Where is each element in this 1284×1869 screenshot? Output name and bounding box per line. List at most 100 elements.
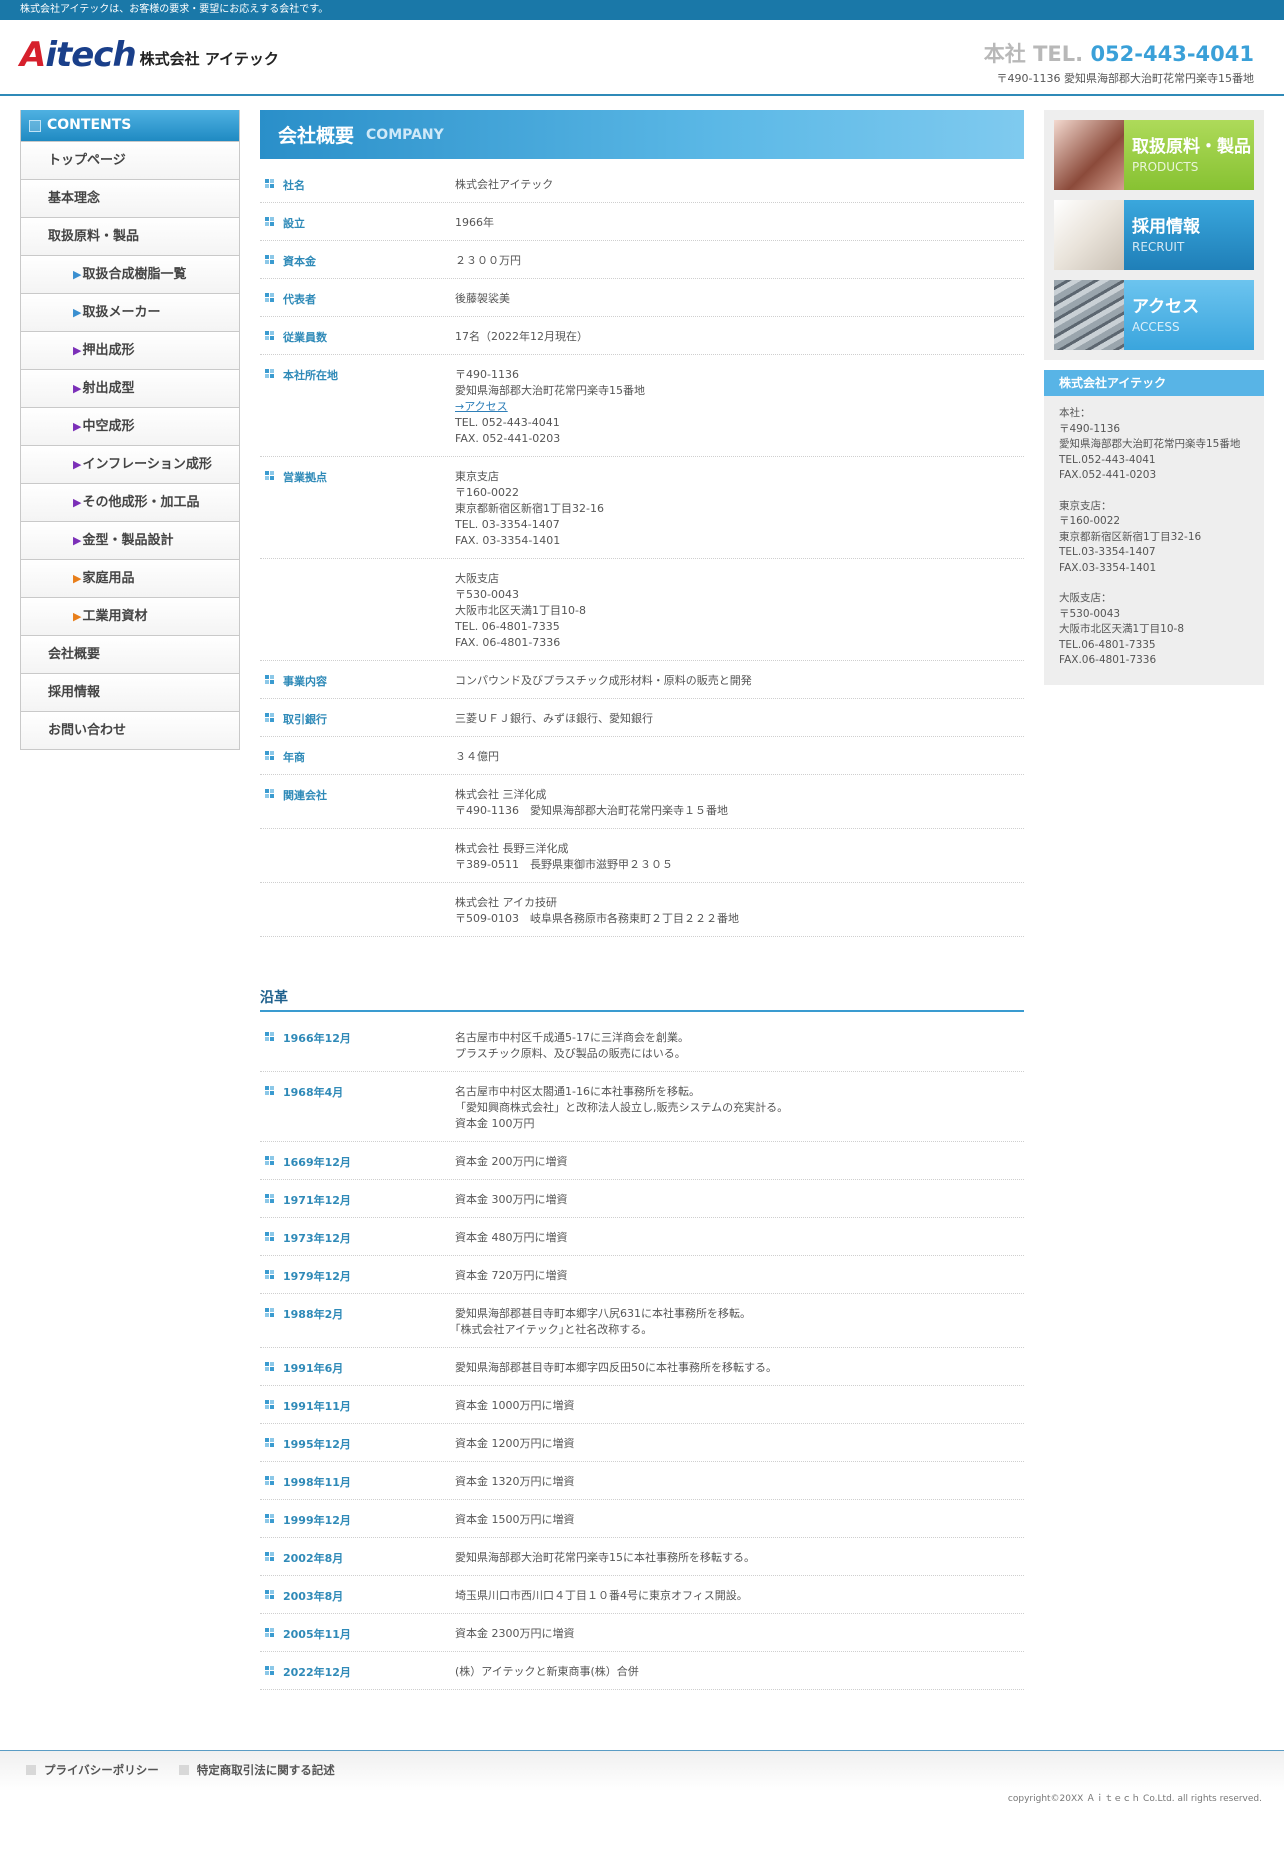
row-value-line: 後藤袈裟美 [455,292,510,305]
sidebar-item[interactable]: ▶押出成形 [21,331,239,369]
row-value-line: 資本金 720万円に増資 [455,1269,568,1282]
row-label-cell: 関連会社 [260,787,455,819]
row-label-cell: 従業員数 [260,329,455,345]
row-value: 愛知県海部郡大治町花常円楽寺15に本社事務所を移転する。 [455,1550,1024,1566]
row-label-cell: 代表者 [260,291,455,307]
sidebar-item[interactable]: ▶取扱メーカー [21,293,239,331]
info-row: 社名 株式会社アイテック [260,165,1024,203]
row-label-cell: 1995年12月 [260,1436,455,1452]
row-value-line: TEL. 052-443-4041 [455,416,560,429]
info-row: 本社所在地 〒490-1136 愛知県海部郡大治町花常円楽寺15番地 →アクセス TEL… [260,355,1024,457]
sidebar-heading: CONTENTS [21,110,239,141]
row-value-line: 資本金 2300万円に増資 [455,1627,575,1640]
row-label: 1998年11月 [283,1476,351,1489]
row-label-cell: 年商 [260,749,455,765]
triangle-right-icon: ▶ [73,610,82,623]
triangle-right-icon: ▶ [73,458,82,471]
sidebar-item[interactable]: ▶工業用資材 [21,597,239,635]
square-bullet-icon [265,713,275,723]
square-bullet-icon [265,789,275,799]
row-label: 1669年12月 [283,1156,351,1169]
sidebar-item[interactable]: ▶取扱合成樹脂一覧 [21,255,239,293]
sidebar-item-label: 金型・製品設計 [82,533,174,548]
sidebar-item[interactable]: 採用情報 [21,673,239,711]
row-value-line: 資本金 1000万円に増資 [455,1399,575,1412]
sidebar-item-label: インフレーション成形 [82,457,212,472]
sidebar-item[interactable]: ▶その他成形・加工品 [21,483,239,521]
row-label-cell: 事業内容 [260,673,455,689]
info-row: 資本金 ２３００万円 [260,241,1024,279]
square-bullet-icon [265,675,275,685]
row-label: 1999年12月 [283,1514,351,1527]
sidebar-item-label: 家庭用品 [82,571,135,586]
company-summary-line: 大阪市北区天満1丁目10-8 [1059,623,1185,635]
row-value-line: 〒509-0103 岐阜県各務原市各務東町２丁目２２２番地 [455,912,739,925]
row-value-line: 東京支店 [455,470,499,483]
banner-photo [1054,120,1124,190]
row-label: 取引銀行 [283,713,327,726]
banner-access[interactable]: アクセス ACCESS [1054,280,1254,350]
row-value-line: (株）アイテックと新東商事(株）合併 [455,1665,639,1678]
history-row: 1988年2月 愛知県海部郡甚目寺町本郷字八尻631に本社事務所を移転。 ｢株式会社… [260,1294,1024,1348]
row-value-line: 名古屋市中村区太閤通1-16に本社事務所を移転。 [455,1085,700,1098]
sidebar-item[interactable]: トップページ [21,141,239,179]
company-summary-line: TEL.052-443-4041 [1059,453,1156,466]
sidebar-item[interactable]: お問い合わせ [21,711,239,749]
row-value-line: FAX. 052-441-0203 [455,432,561,445]
square-bullet-icon [265,1032,275,1042]
company-summary-line: 愛知県海部郡大治町花常円楽寺15番地 [1059,438,1241,450]
company-summary-line: 〒490-1136 [1059,422,1121,435]
triangle-right-icon: ▶ [73,420,82,433]
sidebar-item-label: 会社概要 [48,647,101,662]
row-value-line: 資本金 1320万円に増資 [455,1475,575,1488]
row-label: 2022年12月 [283,1666,351,1679]
row-value: 株式会社 アイカ技研 〒509-0103 岐阜県各務原市各務東町２丁目２２２番地 [455,895,1024,927]
banner-recruit[interactable]: 採用情報 RECRUIT [1054,200,1254,270]
triangle-right-icon: ▶ [73,268,82,281]
sidebar-item[interactable]: ▶インフレーション成形 [21,445,239,483]
row-label-cell: 2005年11月 [260,1626,455,1642]
history-row: 1979年12月 資本金 720万円に増資 [260,1256,1024,1294]
square-bullet-icon [26,1765,36,1775]
row-value: ２３００万円 [455,253,1024,269]
company-summary-line: 〒160-0022 [1059,515,1121,527]
sidebar-item[interactable]: ▶射出成型 [21,369,239,407]
history-row: 1968年4月 名古屋市中村区太閤通1-16に本社事務所を移転。 「愛知興商株式会社… [260,1072,1024,1142]
row-value-line: 1966年 [455,216,494,229]
banner-products[interactable]: 取扱原料・製品 PRODUCTS [1054,120,1254,190]
sidebar-item-label: 採用情報 [48,685,101,700]
sidebar-item[interactable]: ▶中空成形 [21,407,239,445]
row-value-line: 愛知県海部郡大治町花常円楽寺15に本社事務所を移転する。 [455,1551,755,1564]
page-title-banner: 会社概要 COMPANY [260,110,1024,159]
sidebar-item[interactable]: ▶金型・製品設計 [21,521,239,559]
row-value-line: 資本金 1500万円に増資 [455,1513,575,1526]
header-contact: 本社 TEL. 052-443-4041 〒490-1136 愛知県海部郡大治町… [984,38,1254,86]
row-value: 後藤袈裟美 [455,291,1024,307]
footer-link[interactable]: 特定商取引法に関する記述 [178,1762,335,1778]
row-value: 資本金 480万円に増資 [455,1230,1024,1246]
sidebar-item[interactable]: ▶家庭用品 [21,559,239,597]
sidebar-item-label: 射出成型 [82,381,135,396]
site-logo[interactable]: Aitech 株式会社 アイテック [20,38,279,72]
row-label-cell: 1968年4月 [260,1084,455,1132]
row-label: 関連会社 [283,789,327,802]
sidebar-item[interactable]: 基本理念 [21,179,239,217]
sidebar-item-label: 取扱合成樹脂一覧 [82,267,187,282]
sidebar-item[interactable]: 取扱原料・製品 [21,217,239,255]
row-value-line: 資本金 1200万円に増資 [455,1437,575,1450]
sidebar-item-label: 中空成形 [82,419,135,434]
access-link[interactable]: →アクセス [455,400,508,413]
info-row: 株式会社 長野三洋化成 〒389-0511 長野県東御市滋野甲２３０５ [260,829,1024,883]
row-value: 資本金 200万円に増資 [455,1154,1024,1170]
row-label: 1991年11月 [283,1400,351,1413]
banner-subtitle: PRODUCTS [1132,160,1199,174]
row-label: 1988年2月 [283,1308,344,1321]
row-value-line: 大阪支店 [455,572,499,585]
company-summary-line: 東京都新宿区新宿1丁目32-16 [1059,530,1202,543]
history-row: 1973年12月 資本金 480万円に増資 [260,1218,1024,1256]
footer-link[interactable]: プライバシーポリシー [26,1762,159,1778]
triangle-right-icon: ▶ [73,496,82,509]
sidebar-item[interactable]: 会社概要 [21,635,239,673]
info-row: 関連会社 株式会社 三洋化成 〒490-1136 愛知県海部郡大治町花常円楽寺１５番… [260,775,1024,829]
square-bullet-icon [265,751,275,761]
